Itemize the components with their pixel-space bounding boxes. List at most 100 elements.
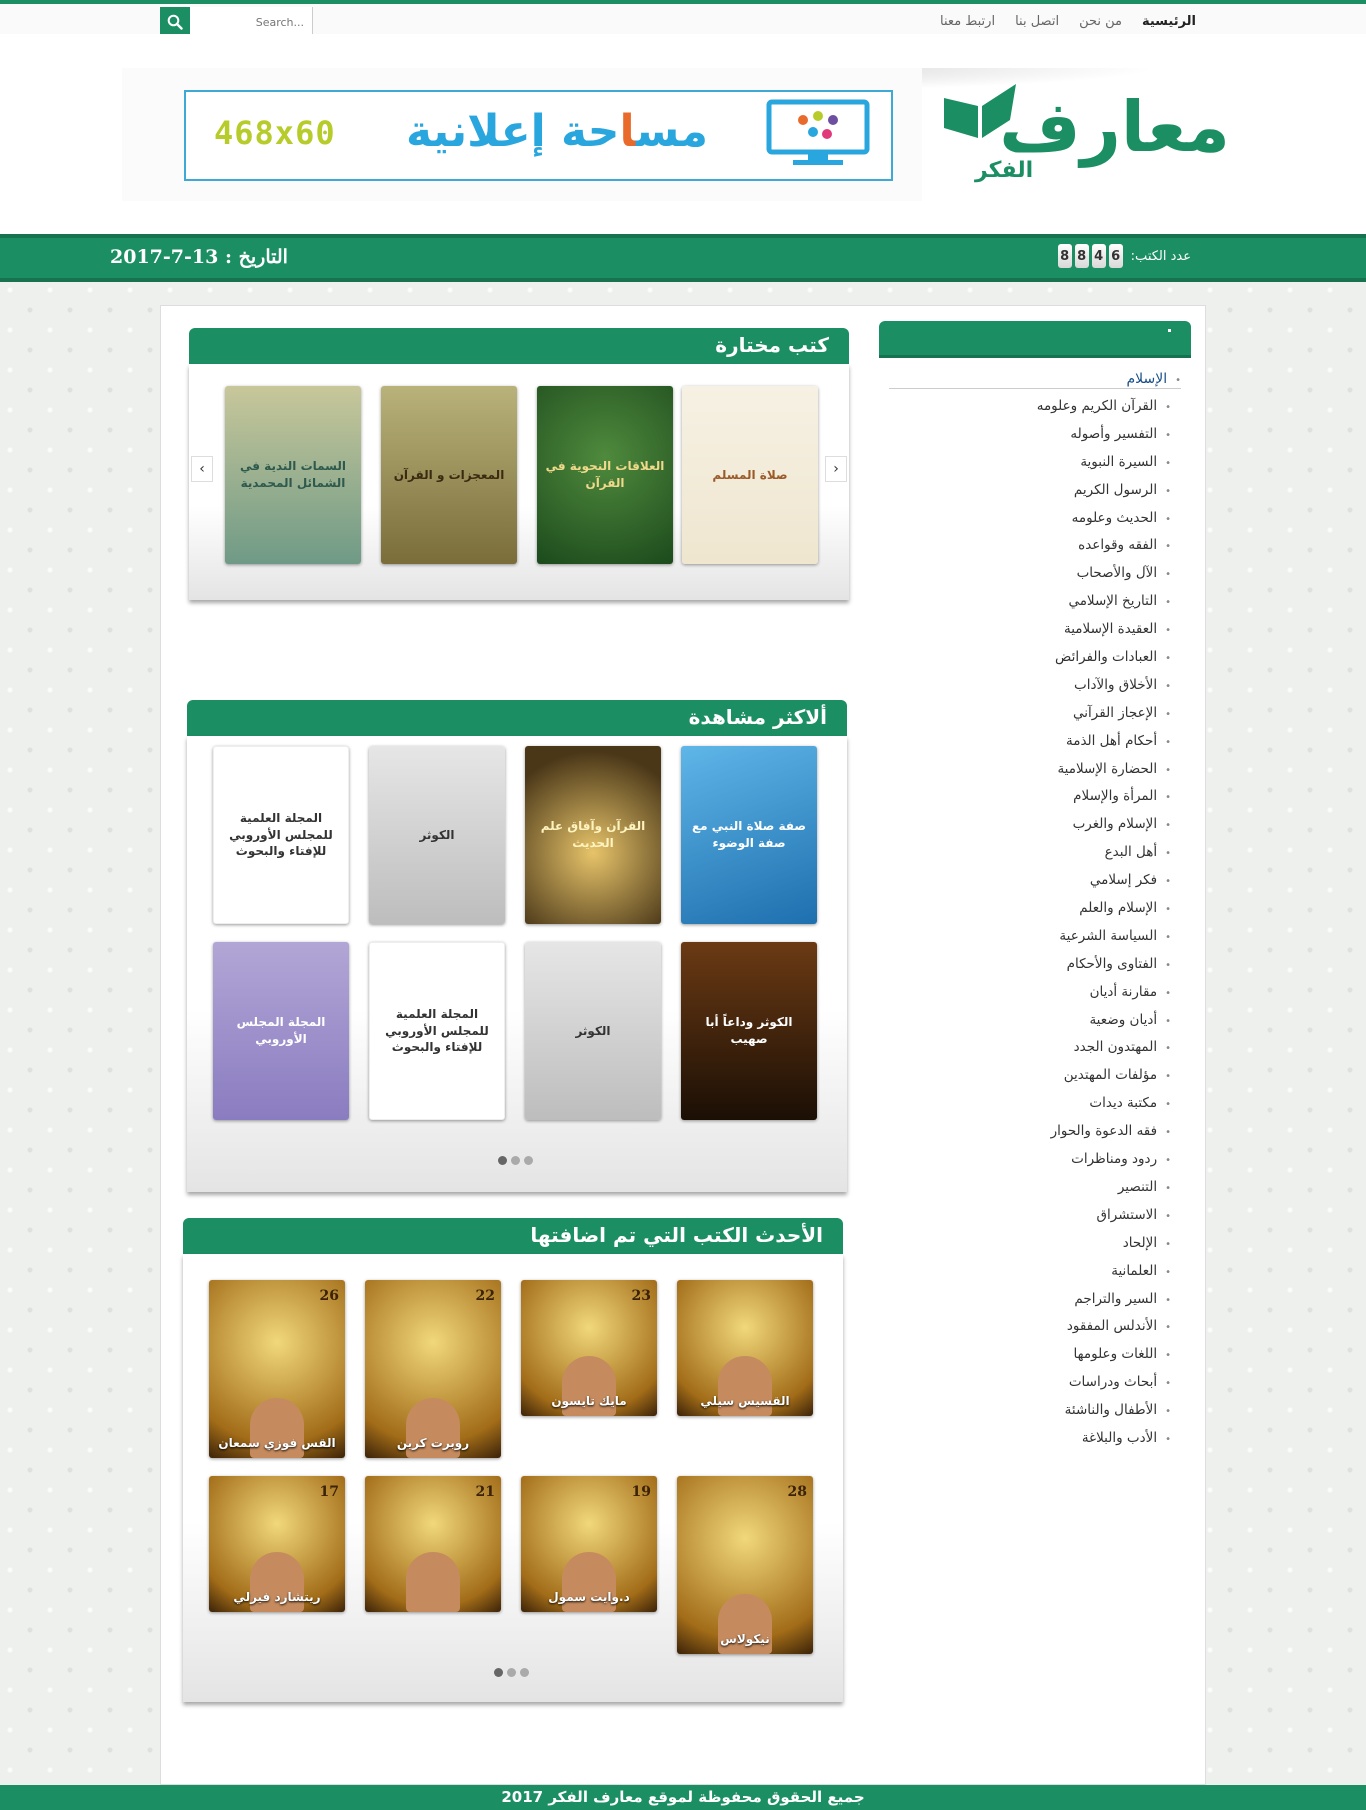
popular-book[interactable]: الكوثر (525, 942, 661, 1120)
category-item[interactable]: الإعجاز القرآني (879, 700, 1171, 728)
category-item[interactable]: الاستشراق (879, 1202, 1171, 1230)
category-item[interactable]: أحكام أهل الذمة (879, 728, 1171, 756)
latest-book[interactable]: 17 ريتشارد فيرلي (209, 1476, 345, 1612)
book-author: نيكولاس (720, 1632, 770, 1646)
category-item[interactable]: ردود ومناظرات (879, 1146, 1171, 1174)
popular-book[interactable]: المجلة العلمية للمجلس الأوروبي للإفتاء و… (369, 942, 505, 1120)
category-item[interactable]: الأدب والبلاغة (879, 1425, 1171, 1453)
category-item[interactable]: مكتبة ديدات (879, 1090, 1171, 1118)
counter-digit: 8 (1074, 244, 1089, 268)
category-item[interactable]: المرأة والإسلام (879, 783, 1171, 811)
category-item[interactable]: السيرة النبوية (879, 449, 1171, 477)
category-item[interactable]: القرآن الكريم وعلومه (879, 393, 1171, 421)
category-item[interactable]: الأندلس المفقود (879, 1313, 1171, 1341)
pagination-dot[interactable] (494, 1668, 503, 1677)
copyright-text: جميع الحقوق محفوظة لموقع معارف الفكر 201… (501, 1788, 865, 1806)
ad-area: 468x60 مساحة إعلانية (122, 68, 922, 201)
top-nav: الرئيسية من نحن اتصل بنا ارتبط معنا (940, 8, 1196, 34)
category-item[interactable]: مؤلفات المهتدين (879, 1062, 1171, 1090)
latest-book[interactable]: 26 القس فوزي سمعان (209, 1280, 345, 1458)
latest-book[interactable]: 19 د.وايت سمول (521, 1476, 657, 1612)
latest-book[interactable]: 23 مايك تايسون (521, 1280, 657, 1416)
category-item[interactable]: التفسير وأصوله (879, 421, 1171, 449)
section-header: الأحدث الكتب التي تم اضافتها (183, 1218, 843, 1254)
category-item[interactable]: التنصير (879, 1174, 1171, 1202)
category-item[interactable]: الإسلام والعلم (879, 895, 1171, 923)
latest-book[interactable]: 28 نيكولاس (677, 1476, 813, 1654)
category-item[interactable]: فقه الدعوة والحوار (879, 1118, 1171, 1146)
search-input[interactable] (190, 7, 313, 37)
category-item[interactable]: الحديث وعلومه (879, 505, 1171, 533)
category-list: القرآن الكريم وعلومهالتفسير وأصولهالسيرة… (879, 393, 1171, 1453)
nav-contact-link[interactable]: اتصل بنا (1015, 14, 1059, 29)
author-portrait (406, 1552, 460, 1612)
category-item[interactable]: فكر إسلامي (879, 867, 1171, 895)
nav-about-link[interactable]: من نحن (1079, 14, 1122, 29)
category-item[interactable]: الأطفال والناشئة (879, 1397, 1171, 1425)
counter-label: عدد الكتب: (1130, 248, 1191, 264)
pagination-dot[interactable] (498, 1156, 507, 1165)
category-item[interactable]: الآل والأصحاب (879, 560, 1171, 588)
popular-book[interactable]: الكوثر (369, 746, 505, 924)
book-title: العلاقات النحوية في القرآن (545, 459, 665, 490)
category-item[interactable]: أديان وضعية (879, 1007, 1171, 1035)
carousel-prev-button[interactable]: ‹ (191, 456, 213, 482)
popular-book[interactable]: صفة صلاة النبي مع صفة الوضوء (681, 746, 817, 924)
ad-text: مساحة إعلانية (406, 106, 708, 157)
popular-book[interactable]: المجلة المجلس الأوروبي (213, 942, 349, 1120)
ad-banner[interactable]: 468x60 مساحة إعلانية (184, 90, 893, 181)
pagination-dot[interactable] (511, 1156, 520, 1165)
category-item[interactable]: الإسلام والغرب (879, 811, 1171, 839)
section-title: الأحدث الكتب التي تم اضافتها (530, 1223, 823, 1247)
ad-size-label: 468x60 (214, 114, 336, 152)
book-number: 17 (319, 1484, 339, 1500)
category-item[interactable]: العقيدة الإسلامية (879, 616, 1171, 644)
section-title: كتب مختارة (715, 333, 829, 357)
category-item[interactable]: السير والتراجم (879, 1286, 1171, 1314)
pagination-dot[interactable] (524, 1156, 533, 1165)
search-button[interactable] (160, 7, 190, 37)
site-footer: جميع الحقوق محفوظة لموقع معارف الفكر 201… (0, 1785, 1366, 1810)
nav-home-link[interactable]: الرئيسية (1142, 14, 1196, 29)
featured-book[interactable]: السمات الندية في الشمائل المحمدية (225, 386, 361, 564)
category-item[interactable]: الإلحاد (879, 1230, 1171, 1258)
ad-text-accent: ا (619, 106, 636, 157)
category-item[interactable]: أبحاث ودراسات (879, 1369, 1171, 1397)
book-number: 22 (475, 1288, 495, 1304)
book-author: مايك تايسون (551, 1394, 627, 1408)
monitor-icon (766, 99, 870, 165)
category-item[interactable]: الحضارة الإسلامية (879, 756, 1171, 784)
latest-book[interactable]: 22 روبرت كرين (365, 1280, 501, 1458)
nav-link-us-link[interactable]: ارتبط معنا (940, 14, 995, 29)
popular-book[interactable]: القرآن وآفاق علم الحديث (525, 746, 661, 924)
site-logo[interactable]: معارف الفكر (940, 74, 1232, 194)
featured-book[interactable]: صلاة المسلم (682, 386, 818, 564)
featured-book[interactable]: المعجزات و القرآن (381, 386, 517, 564)
search-box (160, 7, 313, 37)
pagination-dot[interactable] (520, 1668, 529, 1677)
popular-book[interactable]: الكوثر وداعاً أبا صهيب (681, 942, 817, 1120)
category-item[interactable]: الأخلاق والآداب (879, 672, 1171, 700)
category-item[interactable]: أهل البدع (879, 839, 1171, 867)
category-item[interactable]: العلمانية (879, 1258, 1171, 1286)
logo-main-text: معارف (999, 86, 1232, 168)
carousel-next-button[interactable]: › (825, 456, 847, 482)
featured-book[interactable]: العلاقات النحوية في القرآن (537, 386, 673, 564)
category-item[interactable]: العبادات والفرائض (879, 644, 1171, 672)
category-item[interactable]: الرسول الكريم (879, 477, 1171, 505)
category-item[interactable]: اللغات وعلومها (879, 1341, 1171, 1369)
category-item[interactable]: الفتاوى والأحكام (879, 951, 1171, 979)
latest-book[interactable]: القسيس سيلي (677, 1280, 813, 1416)
category-item[interactable]: الفقه وقواعده (879, 532, 1171, 560)
info-bar: عدد الكتب: 8 8 4 6 التاريخ : 13-7-2017 (0, 234, 1366, 282)
latest-books-grid: القسيس سيلي 23 مايك تايسون 22 روبرت كرين 2… (183, 1254, 843, 1702)
main-container: الإسلام القرآن الكريم وعلومهالتفسير وأصو… (160, 305, 1206, 1785)
category-item[interactable]: مقارنة أديان (879, 979, 1171, 1007)
pagination-dot[interactable] (507, 1668, 516, 1677)
category-item[interactable]: السياسة الشرعية (879, 923, 1171, 951)
category-root-islam[interactable]: الإسلام (889, 371, 1181, 389)
category-item[interactable]: التاريخ الإسلامي (879, 588, 1171, 616)
popular-book[interactable]: المجلة العلمية للمجلس الأوروبي للإفتاء و… (213, 746, 349, 924)
latest-book[interactable]: 21 (365, 1476, 501, 1612)
category-item[interactable]: المهتدون الجدد (879, 1034, 1171, 1062)
